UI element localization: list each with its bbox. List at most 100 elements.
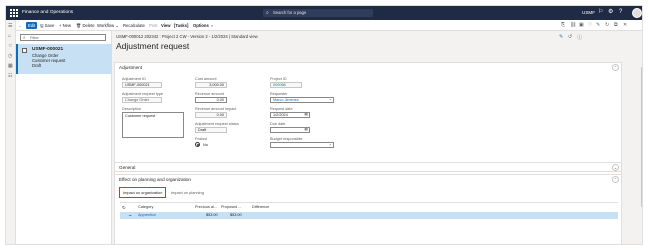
attachments-icon[interactable]: ⎘: [561, 22, 565, 28]
tab-impact-on-organization[interactable]: Impact on organization: [119, 187, 167, 198]
revenue-amount-label: Revenue amount: [195, 92, 224, 96]
action-pane: ← Edit 🖫 Save + New 🗑 Delete Workflow ⌄ …: [16, 20, 642, 31]
tasks-tab[interactable]: [Tasks]: [174, 22, 188, 29]
effect-fasttab: Effect on planning and organization ⌃ Im…: [114, 174, 622, 244]
avatar[interactable]: [632, 8, 642, 18]
open-new-window-icon[interactable]: ⧉: [614, 22, 618, 28]
request-type-label: Adjustment request type: [122, 92, 163, 96]
new-button[interactable]: + New: [59, 22, 71, 29]
record-list-pane: ⌕ Filter USMF-000021 Change Order Custom…: [16, 31, 112, 244]
notification-icon[interactable]: ⚐: [598, 9, 603, 16]
request-date-label: Request date: [270, 107, 293, 111]
request-type-value: Change Order: [125, 98, 150, 102]
refresh-icon[interactable]: ↻: [605, 22, 609, 28]
requester-value: Marco Jiménez: [273, 98, 299, 102]
row-checkbox[interactable]: [22, 48, 27, 53]
favorites-icon[interactable]: ☆: [8, 43, 12, 49]
calendar-icon[interactable]: ▦: [304, 113, 308, 116]
app-launcher-icon[interactable]: [10, 9, 18, 17]
collapse-icon[interactable]: ⌃: [612, 64, 619, 71]
section-title-adjustment[interactable]: Adjustment: [119, 65, 142, 70]
workspaces-icon[interactable]: ▦: [8, 63, 13, 69]
company-picker[interactable]: USMF: [582, 10, 595, 15]
history-icon[interactable]: ↺: [568, 34, 572, 40]
modules-icon[interactable]: ☷: [8, 73, 12, 79]
delete-button[interactable]: 🗑 Delete: [76, 22, 95, 29]
recalculate-button[interactable]: Recalculate: [123, 22, 145, 29]
navigation-rail: ☰ ⌂ ☆ ◷ ▦ ☷: [6, 20, 16, 244]
chevron-down-icon: ⌄: [328, 142, 332, 146]
save-icon: 🖫: [40, 23, 44, 28]
settings-icon[interactable]: ⚙: [608, 9, 613, 16]
project-id-label: Project ID: [270, 77, 287, 81]
view-tab[interactable]: View: [161, 22, 170, 29]
chevron-down-icon: ⌄: [115, 23, 119, 28]
filter-input[interactable]: ⌕ Filter: [20, 34, 106, 41]
revenue-amount-field[interactable]: 0.00: [195, 97, 227, 103]
cell-category[interactable]: Apprentice: [138, 213, 156, 217]
global-search-box[interactable]: ⌕ Search for a page: [263, 9, 373, 17]
posted-toggle[interactable]: [195, 142, 200, 147]
recent-icon[interactable]: ◷: [8, 53, 12, 59]
status-field[interactable]: Draft: [195, 127, 227, 133]
back-icon[interactable]: ←: [18, 22, 22, 29]
search-placeholder: Search for a page: [273, 10, 307, 15]
options-tab[interactable]: Options: [193, 22, 209, 29]
tab-impact-on-planning[interactable]: Impact on planning: [171, 190, 204, 195]
section-title-effect[interactable]: Effect on planning and organization: [119, 177, 191, 182]
column-header-category[interactable]: Category: [138, 205, 153, 209]
details-pane: USMF-000012 202342 : Project 2 CW - Vers…: [113, 31, 642, 244]
info-icon[interactable]: ⓘ: [577, 34, 582, 41]
action-search-icon[interactable]: ⌕: [211, 22, 213, 29]
save-label: Save: [44, 23, 55, 28]
expand-icon[interactable]: ⌄: [612, 164, 619, 171]
due-date-field[interactable]: ▦: [270, 127, 310, 133]
request-date-value: 1/2/2024: [273, 113, 288, 117]
posted-label: Posted: [195, 137, 207, 141]
column-header-previous[interactable]: Previous al...: [195, 205, 217, 209]
revenue-impact-field[interactable]: 0.00: [195, 112, 227, 118]
refresh-grid-icon[interactable]: ↻: [122, 205, 126, 211]
table-row[interactable]: ━ Apprentice $53.00 $53.00: [120, 212, 618, 219]
adjustment-id-label: Adjustment ID: [122, 77, 146, 81]
request-date-field[interactable]: 1/2/2024 ▦: [270, 112, 310, 118]
post-button[interactable]: Post: [149, 22, 157, 29]
row-selected-marker: ━: [129, 214, 132, 218]
filter-placeholder: Filter: [30, 35, 39, 40]
close-icon[interactable]: ✕: [623, 22, 627, 28]
column-header-proposed[interactable]: Proposed ...: [221, 205, 241, 209]
link-icon[interactable]: ⛓: [570, 22, 576, 28]
bookmark-icon[interactable]: ♡: [588, 22, 592, 28]
budget-responsible-field[interactable]: ⌄: [270, 142, 334, 148]
save-button[interactable]: 🖫 Save: [40, 22, 54, 29]
adjustment-id-field[interactable]: USMF-000021: [122, 82, 162, 88]
app-title: Finance and Operations: [22, 10, 74, 15]
menu-icon[interactable]: ☰: [8, 23, 12, 29]
search-icon: ⌕: [266, 10, 269, 16]
section-title-general[interactable]: General: [119, 165, 135, 170]
list-item-status: Draft: [32, 63, 42, 68]
calendar-icon[interactable]: ▦: [304, 128, 308, 131]
edit-button[interactable]: Edit: [26, 22, 38, 29]
help-icon[interactable]: ?: [619, 9, 622, 16]
breadcrumb[interactable]: USMF-000012 202342 : Project 2 CW - Vers…: [116, 34, 258, 39]
vertical-scrollbar[interactable]: [640, 31, 642, 244]
cost-amount-label: Cost amount: [195, 77, 217, 81]
request-type-field[interactable]: Change Order: [122, 97, 162, 103]
budget-responsible-label: Budget responsible: [270, 137, 303, 141]
office-icon[interactable]: ▣: [579, 22, 584, 28]
requester-field[interactable]: Marco Jiménez ⌄: [270, 97, 334, 103]
workflow-label: Workflow: [97, 23, 115, 28]
personalize-icon[interactable]: ✎: [596, 22, 600, 28]
collapse-icon[interactable]: ⌃: [612, 176, 619, 183]
home-icon[interactable]: ⌂: [8, 33, 11, 39]
edit-icon[interactable]: ✎: [559, 34, 563, 40]
description-textarea[interactable]: Customer request: [122, 112, 184, 138]
list-item[interactable]: USMF-000021 Change Order Customer reques…: [16, 44, 112, 74]
posted-value: No: [203, 143, 208, 147]
status-label: Adjustment request status: [195, 122, 239, 126]
cost-amount-field[interactable]: 3,000.00: [195, 82, 227, 88]
workflow-button[interactable]: Workflow ⌄: [97, 22, 119, 29]
column-header-difference[interactable]: Difference: [252, 205, 269, 209]
project-id-field[interactable]: 000068: [270, 82, 302, 88]
